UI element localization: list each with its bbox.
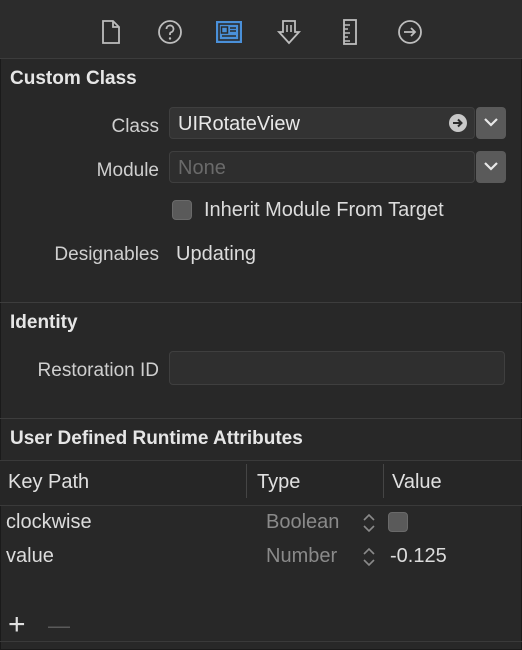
class-field[interactable]: UIRotateView xyxy=(169,107,475,139)
designables-label: Designables xyxy=(54,244,159,265)
column-header-type[interactable]: Type xyxy=(257,460,300,504)
row-key-path: value xyxy=(6,545,54,567)
restoration-id-input[interactable] xyxy=(169,351,505,385)
chevron-down-icon xyxy=(484,162,498,171)
bottom-divider xyxy=(0,641,522,642)
remove-attribute-button[interactable]: — xyxy=(48,613,70,639)
table-row[interactable]: value Number -0.125 xyxy=(0,541,522,573)
attributes-icon[interactable] xyxy=(274,17,304,47)
file-icon[interactable] xyxy=(96,17,126,47)
table-row[interactable]: clockwise Boolean xyxy=(0,507,522,539)
identity-title: Identity xyxy=(10,312,78,333)
inherit-module-checkbox[interactable] xyxy=(172,200,192,220)
add-attribute-button[interactable]: + xyxy=(8,610,26,640)
connections-arrow-icon[interactable] xyxy=(395,17,425,47)
navigate-arrow-icon[interactable] xyxy=(449,114,467,132)
section-divider xyxy=(0,418,522,419)
designables-value: Updating xyxy=(176,243,257,265)
column-divider xyxy=(383,464,384,498)
custom-class-title: Custom Class xyxy=(10,68,137,89)
type-stepper-icon[interactable] xyxy=(362,546,376,573)
help-icon[interactable] xyxy=(155,17,185,47)
module-placeholder: None xyxy=(178,157,226,179)
row-type[interactable]: Number xyxy=(266,545,337,568)
row-key-path: clockwise xyxy=(6,511,92,533)
row-type[interactable]: Boolean xyxy=(266,511,339,534)
runtime-attributes-title: User Defined Runtime Attributes xyxy=(10,428,303,449)
section-divider xyxy=(0,302,522,303)
row-value-checkbox[interactable] xyxy=(388,512,408,532)
row-value[interactable]: -0.125 xyxy=(390,545,447,568)
class-value: UIRotateView xyxy=(178,113,300,135)
restoration-id-label: Restoration ID xyxy=(37,360,159,381)
size-ruler-icon[interactable] xyxy=(335,17,365,47)
class-label: Class xyxy=(111,116,159,137)
class-dropdown-button[interactable] xyxy=(476,107,506,139)
module-field[interactable]: None xyxy=(169,151,475,183)
identity-inspector-icon[interactable] xyxy=(214,17,244,47)
module-dropdown-button[interactable] xyxy=(476,151,506,183)
type-stepper-icon[interactable] xyxy=(362,512,376,539)
inspector-toolbar xyxy=(0,0,522,59)
column-header-key-path[interactable]: Key Path xyxy=(8,460,89,504)
module-label: Module xyxy=(96,160,159,181)
chevron-down-icon xyxy=(484,118,498,127)
column-header-value[interactable]: Value xyxy=(392,460,442,504)
inherit-module-label: Inherit Module From Target xyxy=(204,199,444,221)
column-divider xyxy=(246,464,247,498)
